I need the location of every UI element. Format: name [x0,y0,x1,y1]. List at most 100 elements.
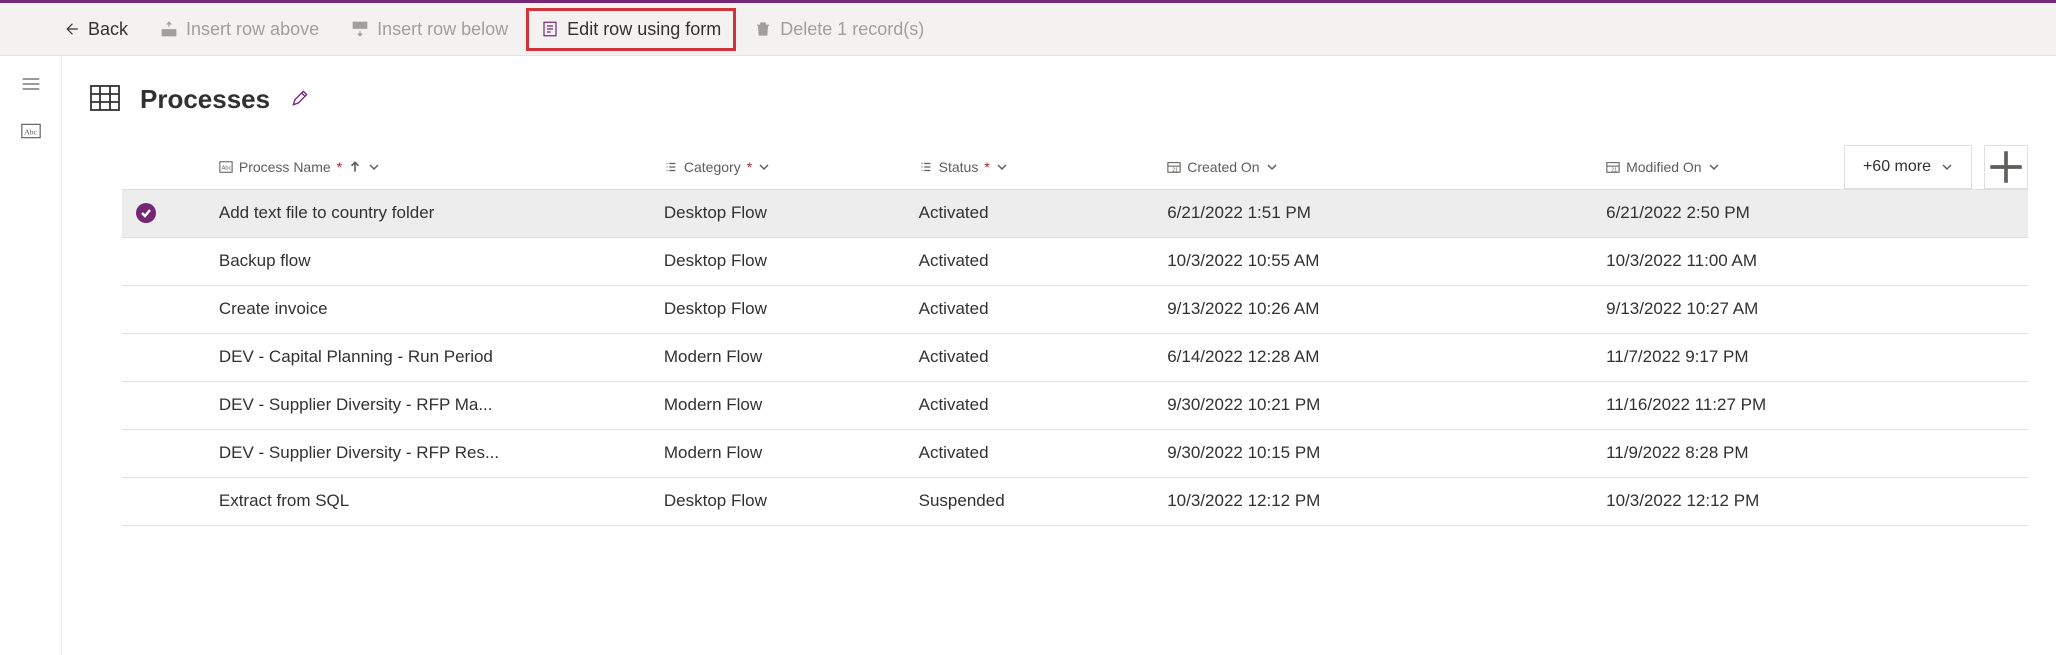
optionset-icon [919,160,933,174]
text-field-icon: Abc [219,160,233,174]
chevron-down-icon [368,161,380,173]
cell-status[interactable]: Activated [905,189,1154,237]
cell-created-on[interactable]: 9/13/2022 10:26 AM [1153,285,1592,333]
back-button[interactable]: Back [48,9,142,50]
table-row[interactable]: Backup flowDesktop FlowActivated10/3/202… [122,237,2028,285]
cell-category[interactable]: Desktop Flow [650,237,905,285]
cell-created-on[interactable]: 10/3/2022 12:12 PM [1153,477,1592,525]
cell-process-name[interactable]: DEV - Supplier Diversity - RFP Ma... [205,381,650,429]
required-marker: * [984,159,989,175]
insert-below-icon [351,20,369,38]
select-all-header[interactable] [122,145,205,189]
cell-status[interactable]: Activated [905,237,1154,285]
cell-modified-on[interactable]: 10/3/2022 12:12 PM [1592,477,2028,525]
menu-icon[interactable] [21,76,41,95]
table-row[interactable]: DEV - Supplier Diversity - RFP Res...Mod… [122,429,2028,477]
row-selector[interactable] [122,285,205,333]
delete-records-button[interactable]: Delete 1 record(s) [740,9,938,50]
edit-row-form-button[interactable]: Edit row using form [526,8,736,51]
arrow-left-icon [62,20,80,38]
insert-row-above-button[interactable]: Insert row above [146,9,333,50]
chevron-down-icon [1266,161,1278,173]
cell-category[interactable]: Desktop Flow [650,285,905,333]
cell-created-on[interactable]: 9/30/2022 10:15 PM [1153,429,1592,477]
data-grid: Abc Process Name * Category * [122,145,2028,526]
cell-process-name[interactable]: Add text file to country folder [205,189,650,237]
delete-label: Delete 1 record(s) [780,19,924,40]
col-status[interactable]: Status * [905,145,1154,189]
row-selector[interactable] [122,429,205,477]
left-rail: Abc [0,56,62,655]
required-marker: * [747,159,752,175]
cell-created-on[interactable]: 6/21/2022 1:51 PM [1153,189,1592,237]
calendar-icon: 21 [1606,160,1620,174]
table-row[interactable]: Add text file to country folderDesktop F… [122,189,2028,237]
row-selector[interactable] [122,189,205,237]
calendar-icon: 21 [1167,160,1181,174]
insert-above-icon [160,20,178,38]
table-row[interactable]: DEV - Capital Planning - Run PeriodModer… [122,333,2028,381]
cell-modified-on[interactable]: 11/9/2022 8:28 PM [1592,429,2028,477]
checkmark-icon [136,203,156,223]
cell-process-name[interactable]: DEV - Capital Planning - Run Period [205,333,650,381]
cell-process-name[interactable]: Extract from SQL [205,477,650,525]
svg-text:Abc: Abc [24,127,37,136]
cell-modified-on[interactable]: 11/7/2022 9:17 PM [1592,333,2028,381]
chevron-down-icon [1708,161,1720,173]
cell-created-on[interactable]: 9/30/2022 10:21 PM [1153,381,1592,429]
table-row[interactable]: DEV - Supplier Diversity - RFP Ma...Mode… [122,381,2028,429]
row-selector[interactable] [122,381,205,429]
cell-status[interactable]: Activated [905,285,1154,333]
add-column-button[interactable] [1984,145,2028,189]
insert-above-label: Insert row above [186,19,319,40]
cell-modified-on[interactable]: 10/3/2022 11:00 AM [1592,237,2028,285]
col-created-on[interactable]: 21 Created On [1153,145,1592,189]
pencil-icon [290,88,310,108]
page-title: Processes [140,84,270,115]
cell-process-name[interactable]: Create invoice [205,285,650,333]
cell-process-name[interactable]: Backup flow [205,237,650,285]
more-columns-label: +60 more [1863,158,1931,176]
table-icon [90,85,120,114]
plus-icon [1985,146,2027,188]
column-floaters: +60 more [1844,145,2028,189]
svg-text:21: 21 [1611,167,1617,173]
edit-title-button[interactable] [290,88,310,111]
cell-created-on[interactable]: 6/14/2022 12:28 AM [1153,333,1592,381]
col-category[interactable]: Category * [650,145,905,189]
cell-category[interactable]: Desktop Flow [650,189,905,237]
cell-status[interactable]: Activated [905,381,1154,429]
cell-status[interactable]: Activated [905,333,1154,381]
chevron-down-icon [1941,161,1953,173]
row-selector[interactable] [122,477,205,525]
cell-category[interactable]: Modern Flow [650,429,905,477]
row-selector[interactable] [122,333,205,381]
col-process-name[interactable]: Abc Process Name * [205,145,650,189]
cell-modified-on[interactable]: 9/13/2022 10:27 AM [1592,285,2028,333]
row-selector[interactable] [122,237,205,285]
cell-category[interactable]: Modern Flow [650,333,905,381]
cell-status[interactable]: Activated [905,429,1154,477]
cell-modified-on[interactable]: 6/21/2022 2:50 PM [1592,189,2028,237]
svg-text:21: 21 [1172,167,1178,173]
table-row[interactable]: Extract from SQLDesktop FlowSuspended10/… [122,477,2028,525]
sort-asc-icon [348,160,362,174]
abc-icon[interactable]: Abc [21,123,41,142]
table-row[interactable]: Create invoiceDesktop FlowActivated9/13/… [122,285,2028,333]
cell-modified-on[interactable]: 11/16/2022 11:27 PM [1592,381,2028,429]
chevron-down-icon [996,161,1008,173]
form-icon [541,20,559,38]
cell-process-name[interactable]: DEV - Supplier Diversity - RFP Res... [205,429,650,477]
insert-row-below-button[interactable]: Insert row below [337,9,522,50]
header-row: Abc Process Name * Category * [122,145,2028,189]
required-marker: * [337,159,342,175]
cell-status[interactable]: Suspended [905,477,1154,525]
cell-category[interactable]: Modern Flow [650,381,905,429]
more-columns-button[interactable]: +60 more [1844,145,1972,189]
trash-icon [754,20,772,38]
cell-created-on[interactable]: 10/3/2022 10:55 AM [1153,237,1592,285]
svg-text:Abc: Abc [221,165,231,171]
main-layout: Abc Processes +60 more [0,56,2056,655]
cell-category[interactable]: Desktop Flow [650,477,905,525]
insert-below-label: Insert row below [377,19,508,40]
